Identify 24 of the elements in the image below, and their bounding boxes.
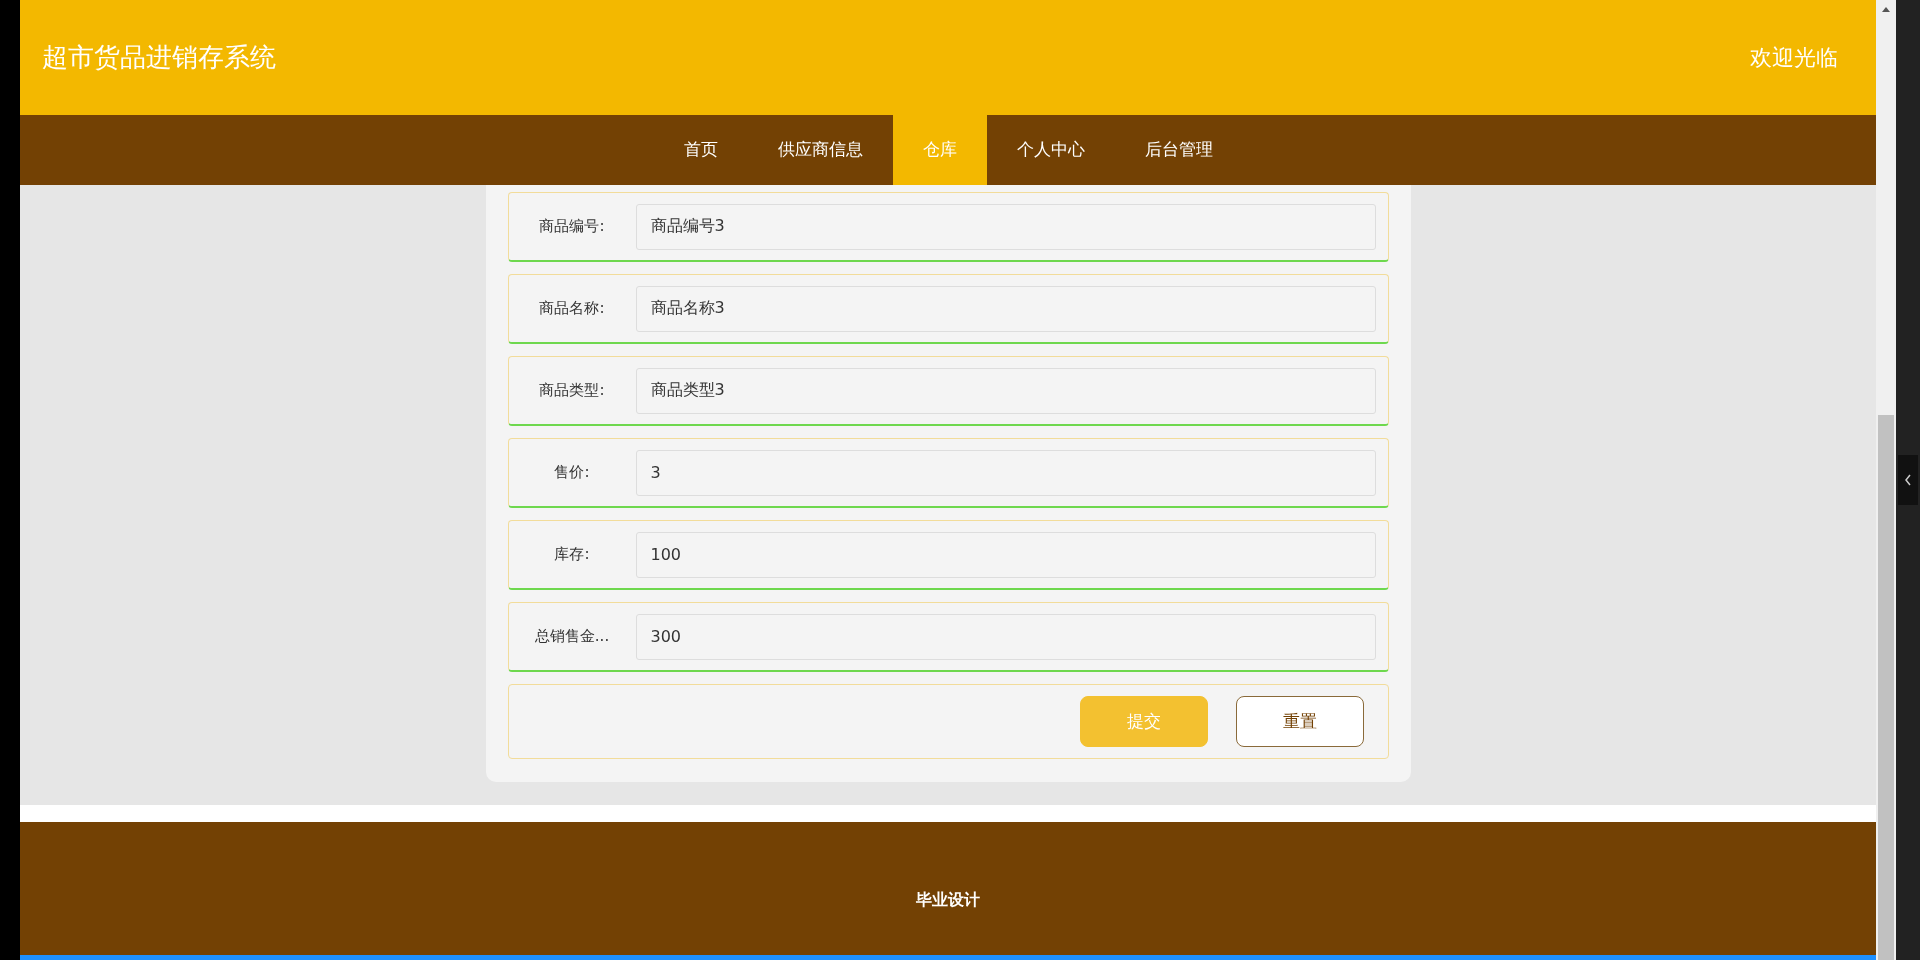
input-field[interactable]: 商品类型3 (635, 367, 1376, 414)
input-field[interactable]: 300 (635, 613, 1376, 660)
input-field[interactable]: 100 (635, 531, 1376, 578)
input-field[interactable]: 商品编号3 (635, 203, 1376, 250)
nav-tab[interactable]: 个人中心 (986, 115, 1115, 185)
field-label: 总销售金... (533, 626, 611, 648)
nav-tab[interactable]: 供应商信息 (747, 115, 893, 185)
input-field[interactable]: 商品名称3 (635, 285, 1376, 332)
reset-button[interactable]: 重置 (1235, 696, 1364, 747)
welcome-text: 欢迎光临 (1750, 44, 1838, 72)
field-label: 库存: (553, 544, 591, 566)
nav-tab[interactable]: 首页 (653, 115, 748, 185)
nav-tab[interactable]: 后台管理 (1114, 115, 1243, 185)
chevron-left-icon (1904, 474, 1912, 486)
scrollbar[interactable] (1876, 0, 1896, 960)
scroll-thumb[interactable] (1878, 415, 1894, 960)
field-label: 商品类型: (538, 380, 606, 402)
field-label: 售价: (553, 462, 591, 484)
input-field[interactable]: 3 (635, 449, 1376, 496)
side-panel-tab[interactable] (1898, 455, 1918, 505)
site-title: 超市货品进销存系统 (42, 41, 276, 74)
field-label: 商品编号: (538, 216, 606, 238)
field-label: 商品名称: (538, 298, 606, 320)
footer-text: 毕业设计 (916, 889, 980, 911)
